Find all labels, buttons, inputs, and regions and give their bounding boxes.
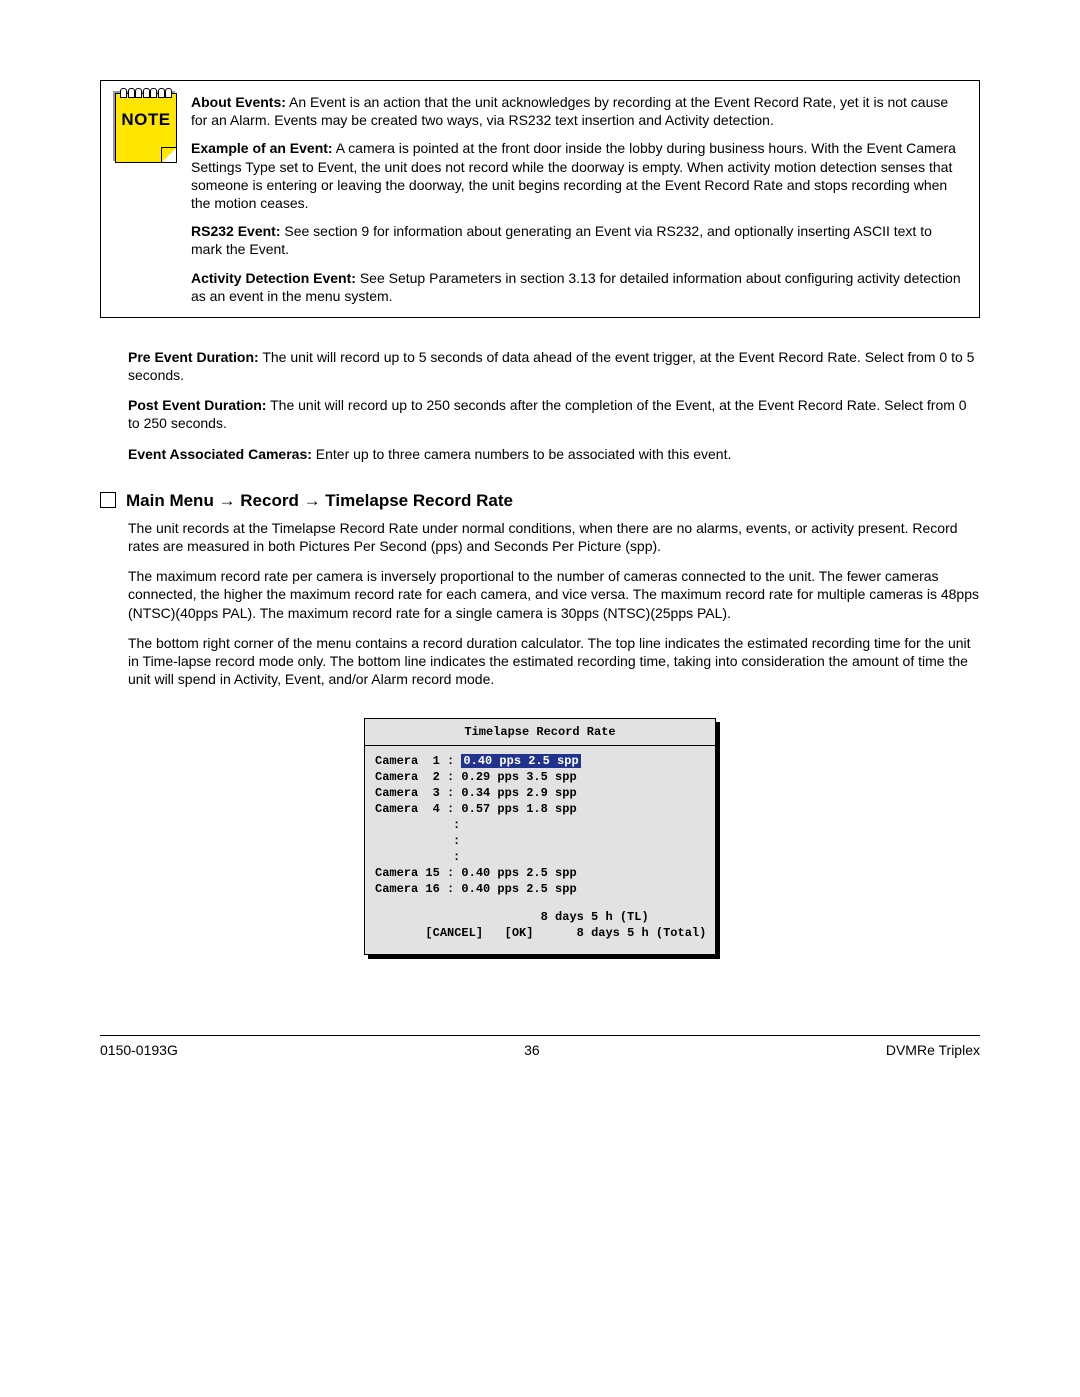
- ok-button[interactable]: [OK]: [505, 926, 534, 940]
- note-para-activity: Activity Detection Event: See Setup Para…: [191, 269, 965, 305]
- menu-dots: :: [375, 834, 705, 848]
- para-pre-event: Pre Event Duration: The unit will record…: [128, 348, 980, 384]
- section-heading: Main Menu → Record → Timelapse Record Ra…: [100, 491, 980, 511]
- body-para-3: The bottom right corner of the menu cont…: [128, 634, 980, 689]
- menu-row-cam15: Camera 15 : 0.40 pps 2.5 spp: [375, 866, 705, 880]
- cancel-button[interactable]: [CANCEL]: [425, 926, 483, 940]
- note-para-rs232: RS232 Event: See section 9 for informati…: [191, 222, 965, 258]
- para-post-event: Post Event Duration: The unit will recor…: [128, 396, 980, 432]
- menu-screenshot: Timelapse Record Rate Camera 1 : 0.40 pp…: [364, 718, 716, 955]
- menu-buttons-row: [CANCEL] [OK] 8 days 5 h (Total): [375, 926, 705, 940]
- page-footer: 0150-0193G 36 DVMRe Triplex: [100, 1035, 980, 1058]
- calc-total: 8 days 5 h (Total): [577, 926, 707, 940]
- note-body: About Events: An Event is an action that…: [191, 93, 965, 305]
- menu-dots: :: [375, 818, 705, 832]
- menu-row-cam3: Camera 3 : 0.34 pps 2.9 spp: [375, 786, 705, 800]
- para-assoc-cams: Event Associated Cameras: Enter up to th…: [128, 445, 980, 463]
- footer-page-number: 36: [524, 1042, 540, 1058]
- menu-row-cam1: Camera 1 : 0.40 pps 2.5 spp: [375, 754, 705, 768]
- note-box: NOTE About Events: An Event is an action…: [100, 80, 980, 318]
- menu-row-cam4: Camera 4 : 0.57 pps 1.8 spp: [375, 802, 705, 816]
- note-para-about: About Events: An Event is an action that…: [191, 93, 965, 129]
- menu-dots: :: [375, 850, 705, 864]
- selected-value[interactable]: 0.40 pps 2.5 spp: [461, 754, 580, 768]
- note-icon: NOTE: [115, 93, 177, 163]
- menu-row-cam2: Camera 2 : 0.29 pps 3.5 spp: [375, 770, 705, 784]
- body-para-1: The unit records at the Timelapse Record…: [128, 519, 980, 555]
- menu-title: Timelapse Record Rate: [365, 719, 715, 746]
- footer-left: 0150-0193G: [100, 1042, 178, 1058]
- heading-text: Main Menu → Record → Timelapse Record Ra…: [126, 491, 513, 510]
- body-para-2: The maximum record rate per camera is in…: [128, 567, 980, 622]
- note-para-example: Example of an Event: A camera is pointed…: [191, 139, 965, 212]
- note-icon-label: NOTE: [116, 110, 176, 130]
- footer-right: DVMRe Triplex: [886, 1042, 980, 1058]
- checkbox-icon: [100, 492, 116, 508]
- menu-row-cam16: Camera 16 : 0.40 pps 2.5 spp: [375, 882, 705, 896]
- calc-tl-row: 8 days 5 h (TL): [375, 910, 705, 924]
